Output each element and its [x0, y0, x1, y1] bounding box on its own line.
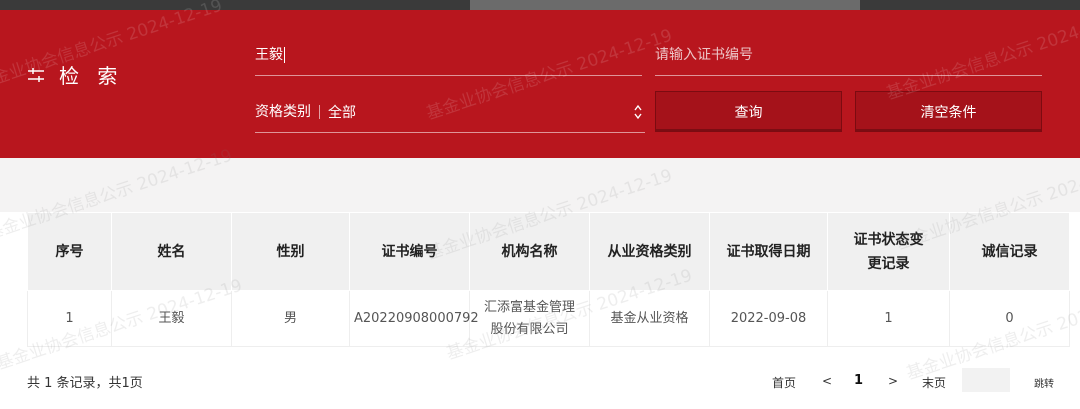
table-cell: 0 — [949, 290, 1070, 347]
qualification-type-value: 全部 — [328, 104, 356, 121]
prev-page-link[interactable]: < — [822, 374, 832, 388]
search-title: 检 索 — [59, 64, 124, 88]
clear-conditions-button[interactable]: 清空条件 — [855, 91, 1042, 132]
search-banner — [0, 10, 1080, 158]
first-page-link[interactable]: 首页 — [772, 374, 796, 391]
next-page-link[interactable]: > — [888, 374, 898, 388]
column-header: 姓名 — [111, 212, 232, 291]
column-header: 机构名称 — [469, 212, 590, 291]
column-header: 诚信记录 — [949, 212, 1070, 291]
cert-number-input[interactable]: 请输入证书编号 — [655, 34, 1042, 76]
cert-number-placeholder: 请输入证书编号 — [655, 47, 753, 63]
name-input[interactable]: 王毅 — [255, 34, 642, 76]
column-header: 序号 — [27, 212, 112, 291]
search-heading: 检 索 — [27, 60, 123, 89]
jump-page-input[interactable] — [962, 368, 1010, 392]
table-cell: 2022-09-08 — [709, 290, 828, 347]
query-button[interactable]: 查询 — [655, 91, 842, 132]
column-header: 证书编号 — [349, 212, 470, 291]
result-summary: 共 1 条记录，共1页 — [27, 376, 143, 391]
results-table: 序号 姓名 性别 证书编号 机构名称 从业资格类别 证书取得日期 证书状态变更记… — [27, 212, 1070, 347]
table-cell: 王毅 — [111, 290, 232, 347]
table-cell: 1 — [27, 290, 112, 347]
column-header: 从业资格类别 — [589, 212, 710, 291]
table-cell: 基金从业资格 — [589, 290, 710, 347]
background-gap — [0, 158, 1080, 212]
table-header-row: 序号 姓名 性别 证书编号 机构名称 从业资格类别 证书取得日期 证书状态变更记… — [27, 212, 1070, 291]
column-header: 证书取得日期 — [709, 212, 828, 291]
qualification-type-label: 资格类别 — [255, 104, 320, 119]
column-header: 证书状态变更记录 — [827, 212, 950, 291]
filter-sliders-icon — [28, 67, 44, 82]
table-row[interactable]: 1 王毅 男 A20220908000792 汇添富基金管理股份有限公司 基金从… — [27, 290, 1070, 347]
qualification-type-select[interactable]: 资格类别 全部 — [255, 91, 645, 133]
current-page[interactable]: 1 — [854, 373, 863, 388]
last-page-link[interactable]: 末页 — [922, 374, 946, 391]
column-header: 性别 — [231, 212, 350, 291]
table-cell: 男 — [231, 290, 350, 347]
table-cell: 1 — [827, 290, 950, 347]
table-cell: 汇添富基金管理股份有限公司 — [469, 290, 590, 347]
name-input-value: 王毅 — [255, 47, 283, 63]
select-updown-icon — [634, 104, 642, 119]
jump-button[interactable]: 跳转 — [1034, 375, 1054, 390]
top-image-strip — [0, 0, 1080, 10]
table-cell: A20220908000792 — [349, 290, 479, 347]
